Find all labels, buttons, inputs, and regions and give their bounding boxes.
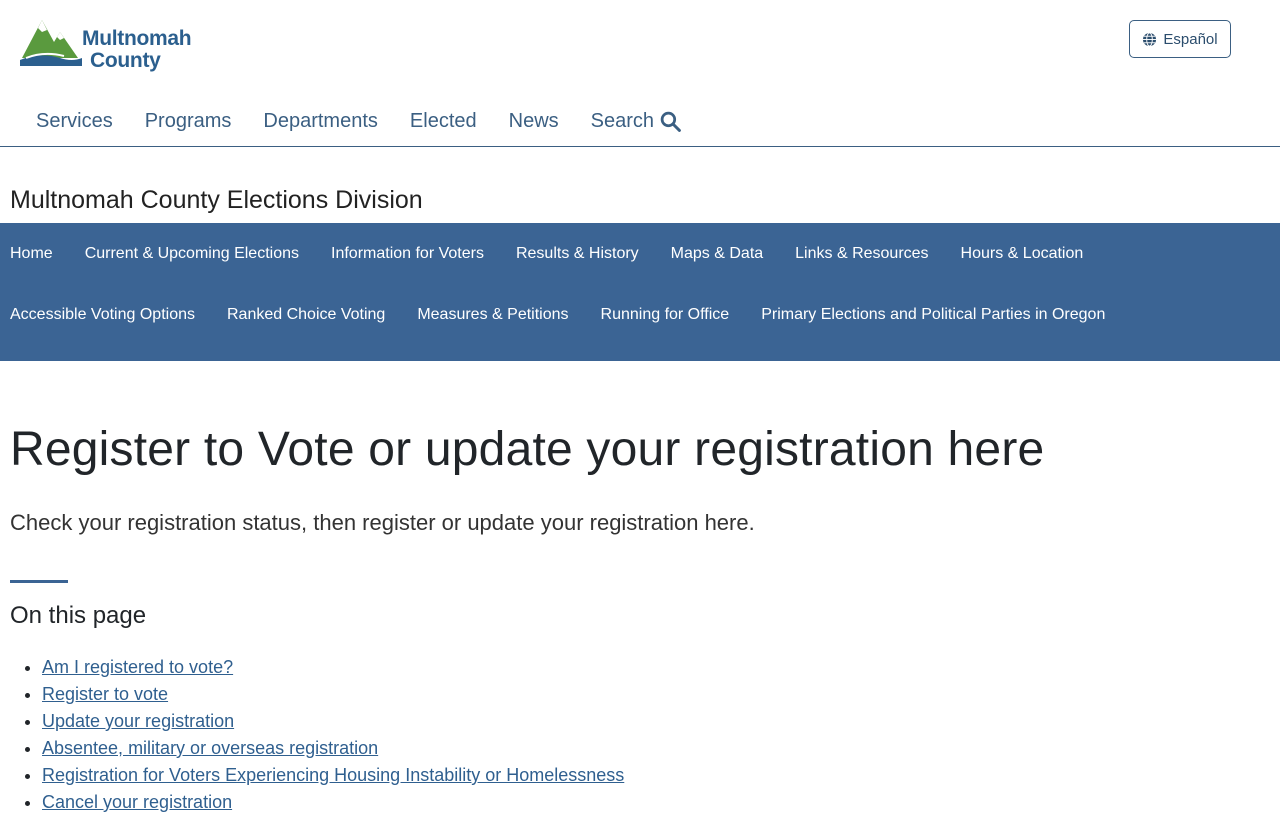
- division-nav-current-upcoming-elections[interactable]: Current & Upcoming Elections: [85, 245, 299, 263]
- page-lead: Check your registration status, then reg…: [10, 510, 755, 535]
- section-divider: [10, 580, 68, 583]
- page-title: Register to Vote or update your registra…: [10, 423, 1045, 476]
- site-header: Multnomah County Español Services Progra…: [0, 0, 1280, 147]
- toc-link-am-i-registered[interactable]: Am I registered to vote?: [42, 657, 233, 677]
- language-label: Español: [1163, 30, 1218, 48]
- toc-link-register[interactable]: Register to vote: [42, 684, 168, 704]
- language-toggle-button[interactable]: Español: [1129, 20, 1231, 58]
- nav-services[interactable]: Services: [20, 104, 129, 138]
- globe-icon: [1143, 31, 1157, 47]
- toc-link-absentee[interactable]: Absentee, military or overseas registrat…: [42, 738, 378, 758]
- division-nav-results-history[interactable]: Results & History: [516, 245, 639, 263]
- division-title: Multnomah County Elections Division: [10, 186, 423, 214]
- toc-list: Am I registered to vote? Register to vot…: [10, 654, 624, 816]
- toc-item: Register to vote: [42, 681, 624, 708]
- division-nav-measures-petitions[interactable]: Measures & Petitions: [417, 306, 568, 324]
- division-nav-primary-elections[interactable]: Primary Elections and Political Parties …: [761, 306, 1105, 324]
- logo-text: Multnomah County: [82, 18, 192, 72]
- division-nav-running-for-office[interactable]: Running for Office: [601, 306, 730, 324]
- toc-item: Absentee, military or overseas registrat…: [42, 735, 624, 762]
- nav-elected[interactable]: Elected: [394, 104, 493, 138]
- toc-link-housing-instability[interactable]: Registration for Voters Experiencing Hou…: [42, 765, 624, 785]
- nav-search-label: Search: [590, 110, 655, 132]
- division-nav-hours-location[interactable]: Hours & Location: [961, 245, 1084, 263]
- division-nav-accessible-voting[interactable]: Accessible Voting Options: [10, 306, 195, 324]
- nav-programs[interactable]: Programs: [129, 104, 248, 138]
- toc-item: Update your registration: [42, 708, 624, 735]
- toc-item: Cancel your registration: [42, 789, 624, 816]
- toc-link-cancel[interactable]: Cancel your registration: [42, 792, 232, 812]
- toc-item: Am I registered to vote?: [42, 654, 624, 681]
- nav-news[interactable]: News: [493, 104, 575, 138]
- division-nav-row: Accessible Voting Options Ranked Choice …: [10, 284, 1280, 345]
- main-nav: Services Programs Departments Elected Ne…: [20, 104, 697, 138]
- toc-heading: On this page: [10, 602, 147, 629]
- division-nav-home[interactable]: Home: [10, 245, 53, 263]
- nav-search[interactable]: Search: [575, 104, 697, 138]
- division-nav-maps-data[interactable]: Maps & Data: [671, 245, 763, 263]
- logo-line2: County: [90, 49, 161, 72]
- mountain-logo-icon: [20, 20, 82, 66]
- search-icon: [660, 111, 681, 132]
- toc-link-update[interactable]: Update your registration: [42, 711, 234, 731]
- toc-item: Registration for Voters Experiencing Hou…: [42, 762, 624, 789]
- county-logo[interactable]: Multnomah County: [20, 18, 192, 72]
- logo-line1: Multnomah: [82, 27, 192, 50]
- division-nav: Home Current & Upcoming Elections Inform…: [0, 223, 1280, 361]
- nav-departments[interactable]: Departments: [247, 104, 394, 138]
- division-nav-information-for-voters[interactable]: Information for Voters: [331, 245, 484, 263]
- division-nav-ranked-choice[interactable]: Ranked Choice Voting: [227, 306, 385, 324]
- division-nav-row: Home Current & Upcoming Elections Inform…: [10, 223, 1280, 284]
- division-nav-links-resources[interactable]: Links & Resources: [795, 245, 928, 263]
